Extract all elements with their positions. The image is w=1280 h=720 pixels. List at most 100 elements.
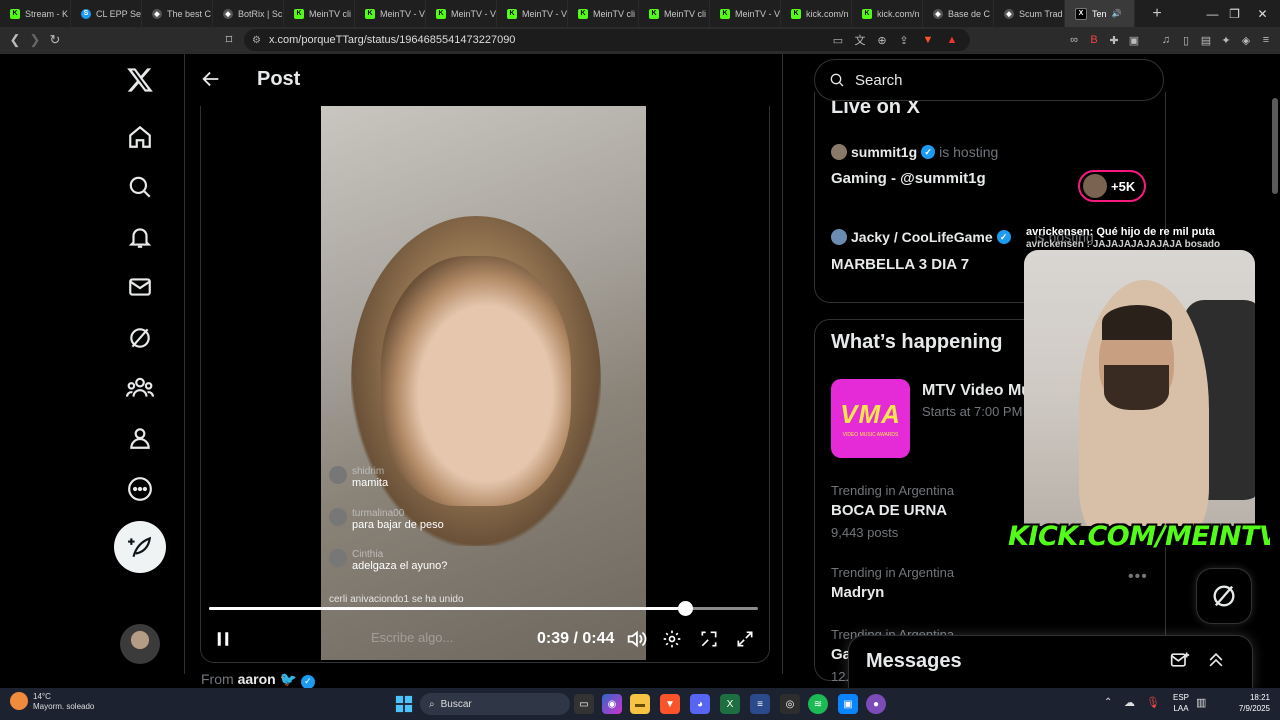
browser-tab[interactable]: ◆ Scum Trad xyxy=(994,0,1065,27)
spotify-icon[interactable]: ≋ xyxy=(808,694,828,714)
app-icon[interactable]: ◎ xyxy=(780,694,800,714)
browser-tab[interactable]: K MeinTV - V xyxy=(355,0,426,27)
live-host-row[interactable]: summit1g ✓ is hosting xyxy=(831,144,998,160)
grok-floating-button[interactable] xyxy=(1196,568,1252,624)
live-show-title[interactable]: MARBELLA 3 DIA 7 xyxy=(831,256,969,273)
settings-gear-icon[interactable] xyxy=(661,628,683,650)
brave-browser-icon[interactable]: ▼ xyxy=(660,694,680,714)
trend-name[interactable]: BOCA DE URNA xyxy=(831,502,947,519)
grok-icon[interactable] xyxy=(120,318,160,358)
grok-icon xyxy=(1213,585,1235,607)
new-tab-button[interactable]: + xyxy=(1147,4,1167,24)
more-options-icon[interactable]: ••• xyxy=(1128,568,1148,586)
menu-icon[interactable]: ≡ xyxy=(1258,32,1274,48)
profile-icon[interactable] xyxy=(120,418,160,458)
more-circle-icon[interactable] xyxy=(120,469,160,509)
browser-tab[interactable]: Kkick.com/n xyxy=(781,0,852,27)
file-explorer-icon[interactable]: ▬ xyxy=(630,694,650,714)
tab-audio-icon[interactable]: 🔊 xyxy=(1112,9,1122,18)
picture-in-picture-icon[interactable] xyxy=(698,628,720,650)
scrollbar-thumb[interactable] xyxy=(1272,98,1278,194)
taskbar-search[interactable]: ⌕ Buscar xyxy=(420,693,570,715)
network-volume-icon[interactable]: ▥ xyxy=(1196,696,1206,709)
translate-icon[interactable]: 文 xyxy=(852,32,868,48)
app-window-icon[interactable]: ▣ xyxy=(838,694,858,714)
windows-start-icon[interactable] xyxy=(394,694,414,714)
fullscreen-icon[interactable] xyxy=(734,628,756,650)
brave-rewards-icon[interactable]: ▲ xyxy=(944,32,960,48)
site-info-icon[interactable]: ⚙ xyxy=(252,35,261,46)
event-thumbnail[interactable]: VMA VIDEO MUSIC AWARDS xyxy=(831,379,910,458)
weather-sun-icon[interactable] xyxy=(10,692,28,710)
browser-tab[interactable]: K Stream - K xyxy=(0,0,71,27)
explore-search-icon[interactable] xyxy=(120,167,160,207)
video-progress-handle[interactable] xyxy=(678,601,694,616)
extensions-puzzle-icon[interactable]: ✚ xyxy=(1106,32,1122,48)
browser-tab[interactable]: K MeinTV - V xyxy=(426,0,497,27)
search-input[interactable]: Search xyxy=(814,59,1164,101)
close-window-button[interactable]: ✕ xyxy=(1240,0,1280,27)
volume-icon[interactable] xyxy=(625,628,647,650)
browser-tab[interactable]: K MeinTV cli xyxy=(284,0,355,27)
task-view-icon[interactable]: ▭ xyxy=(574,694,594,714)
x-logo-icon[interactable] xyxy=(120,60,160,100)
sidebar-icon[interactable]: ▯ xyxy=(1178,32,1194,48)
live-show-title[interactable]: Gaming - @summit1g xyxy=(831,170,986,187)
from-user[interactable]: aaron xyxy=(238,671,276,687)
cast-icon[interactable]: ▭ xyxy=(830,32,846,48)
notifications-bell-icon[interactable] xyxy=(120,217,160,257)
reload-icon[interactable]: ↻ xyxy=(46,31,64,49)
excel-icon[interactable]: X xyxy=(720,694,740,714)
weather-widget[interactable]: 14°C Mayorm. soleado xyxy=(33,692,94,712)
bookmark-icon[interactable]: ⌑ xyxy=(220,31,238,49)
close-tab-icon[interactable]: ✕ xyxy=(1134,8,1135,19)
browser-tab[interactable]: S CL EPP Sec xyxy=(71,0,142,27)
kick-favicon-icon: K xyxy=(365,8,375,19)
brave-shield-icon[interactable]: ▼ xyxy=(920,32,936,48)
browser-tab[interactable]: K MeinTV - V xyxy=(497,0,568,27)
discord-icon[interactable]: ◕ xyxy=(690,694,710,714)
pause-icon[interactable] xyxy=(212,628,234,650)
back-arrow-icon[interactable] xyxy=(200,68,222,90)
wallet-icon[interactable]: ▤ xyxy=(1198,32,1214,48)
microphone-icon[interactable]: 🎙 xyxy=(1146,696,1160,709)
onedrive-cloud-icon[interactable]: ☁ xyxy=(1124,696,1135,709)
compose-post-button[interactable] xyxy=(114,521,166,573)
tray-chevron-icon[interactable]: ⌃ xyxy=(1104,697,1112,708)
vpn-icon[interactable]: ◈ xyxy=(1238,32,1254,48)
taskbar-clock[interactable]: 18:21 7/9/2025 xyxy=(1218,692,1270,714)
chat-user: Cinthia xyxy=(352,549,384,560)
share-icon[interactable]: ⇪ xyxy=(896,32,912,48)
forward-icon[interactable]: ❯ xyxy=(26,31,44,49)
messages-mail-icon[interactable] xyxy=(120,267,160,307)
screenshot-icon[interactable]: ▣ xyxy=(1126,32,1142,48)
browser-tab[interactable]: K MeinTV cli xyxy=(568,0,639,27)
weather-desc: Mayorm. soleado xyxy=(33,702,95,711)
back-icon[interactable]: ❮ xyxy=(6,31,24,49)
browser-tab[interactable]: K MeinTV cli xyxy=(639,0,710,27)
browser-tab[interactable]: Kkick.com/n xyxy=(852,0,923,27)
video-content[interactable]: shidrim mamita turmalina00 para bajar de p… xyxy=(321,106,646,660)
extension-b-icon[interactable]: B xyxy=(1086,32,1102,48)
browser-tab[interactable]: ◆ The best C xyxy=(142,0,213,27)
twitch-like-icon[interactable]: ● xyxy=(866,694,886,714)
media-icon[interactable]: ♫ xyxy=(1158,32,1174,48)
event-title[interactable]: MTV Video Mu xyxy=(922,382,1031,400)
browser-tab[interactable]: ◆ BotRix | Sc xyxy=(213,0,284,27)
account-avatar[interactable] xyxy=(120,624,160,664)
leo-ai-icon[interactable]: ✦ xyxy=(1218,32,1234,48)
home-icon[interactable] xyxy=(120,117,160,157)
browser-tab[interactable]: K MeinTV - V xyxy=(710,0,781,27)
browser-tab[interactable]: X Ten 🔊 ✕ xyxy=(1065,0,1135,27)
zoom-icon[interactable]: ⊕ xyxy=(874,32,890,48)
trend-name[interactable]: Madryn xyxy=(831,584,884,601)
live-listeners-badge[interactable]: +5K xyxy=(1078,170,1146,202)
collapse-chevrons-icon[interactable] xyxy=(1206,650,1226,675)
input-language[interactable]: ESP LAA xyxy=(1170,692,1192,714)
extension-icon[interactable]: ∞ xyxy=(1066,32,1082,48)
notepad-icon[interactable]: ≡ xyxy=(750,694,770,714)
new-message-icon[interactable] xyxy=(1170,650,1190,675)
copilot-icon[interactable]: ◉ xyxy=(602,694,622,714)
communities-icon[interactable] xyxy=(120,368,160,408)
browser-tab[interactable]: ◆ Base de C xyxy=(923,0,994,27)
